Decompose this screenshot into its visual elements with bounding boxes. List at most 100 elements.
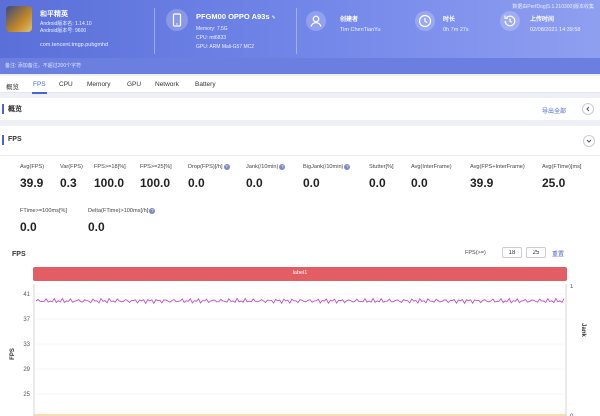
tab-fps[interactable]: FPS [32,81,47,94]
metric-label-text: Delta(FTime)>100ms[/h] [88,208,149,214]
help-icon[interactable]: ? [279,164,286,170]
metric-value: 100.0 [140,176,171,190]
metric-value: 0.0 [88,220,105,234]
device-cpu: CPU: mt6833 [196,35,227,41]
label-band[interactable]: label1 [33,267,567,281]
metric-label-text: FPS>=18[%] [94,164,126,170]
metric-value: 0.0 [369,176,386,190]
fps-section: FPS Avg(FPS) 39.9 Var(FPS) 0.3 FPS>=18[%] 100… [0,126,600,416]
metric-label: Var(FPS) [60,164,83,170]
tab-gpu[interactable]: GPU [127,81,141,88]
fps-section-title: FPS [8,136,22,143]
app-info: 和平精英 Android版本名: 1.14.10 Android版本号: 960… [6,6,156,56]
device-gpu: GPU: ARM Mali-G57 MC2 [196,44,255,50]
metric-item: Jank(/10min)? 0.0 [246,164,286,190]
metric-item: Delta(FTime)>100ms[/h]? 0.0 [88,208,156,234]
device-name: PFGM00 OPPO A93s ✎ [196,12,276,21]
upload-label: 上传时间 [530,17,555,23]
metric-label-text: FPS>=25[%] [140,164,172,170]
metric-item: Var(FPS) 0.3 [60,164,83,190]
tab-memory[interactable]: Memory [87,81,110,88]
metric-label-text: Avg(InterFrame) [411,164,452,170]
metric-value: 0.0 [188,176,205,190]
phone-icon [166,9,188,31]
y2-tick-label: 1 [570,284,574,290]
fps-threshold-label: FPS(>=) [465,250,486,256]
metric-label: Avg(InterFrame) [411,164,452,170]
upload-time-icon [500,11,520,31]
metric-label: Avg(FTime)[ms] [542,164,581,170]
fps-section-header: FPS [0,126,600,156]
metric-label: Avg(FPS) [20,164,44,170]
fps-chart-title: FPS [12,251,26,258]
duration-value: 0h 7m 27s [443,27,469,33]
metric-label: FTime>=100ms[%] [20,208,67,214]
y-axis-label: FPS [10,348,16,360]
metric-value: 0.0 [411,176,428,190]
metric-value: 39.9 [470,176,494,190]
metric-label-text: BigJank(/10min) [303,164,344,170]
fps-plot[interactable]: 413733292510FPSJank [0,284,600,416]
metric-label-text: Avg(FTime)[ms] [542,164,582,170]
collapse-button[interactable] [582,103,594,115]
metric-label: Avg(FPS+InterFrame) [470,164,525,170]
metric-value: 100.0 [94,176,125,190]
remark-text[interactable]: 备注: 添加备注，不超过200个字符 [5,62,81,69]
metric-value: 0.0 [303,176,320,190]
duration-label: 时长 [443,17,456,23]
metric-label: Drop(FPS)[/h]? [188,164,230,170]
metric-item: Stutter[%] 0.0 [369,164,394,190]
metric-label-text: Avg(FPS+InterFrame) [470,164,525,170]
tab-network[interactable]: Network [155,81,179,88]
overview-section: 概览 导出全部 [0,98,600,120]
upload-value: 02/08/2021 14:39:58 [530,27,581,33]
fps-series-line [35,297,565,305]
help-icon[interactable]: ? [223,164,230,170]
metric-item: Avg(FPS) 39.9 [20,164,44,190]
creator-value: Tim ChenTianYu [340,27,381,33]
metric-label-text: Drop(FPS)[/h] [188,164,223,170]
device-memory: Memory: 7.5G [196,26,228,32]
divider [154,8,155,54]
y2-axis-label: Jank [580,323,586,337]
metric-value: 0.0 [20,220,37,234]
remark-bar[interactable]: 备注: 添加备注，不超过200个字符 [0,58,600,74]
y-tick-label: 37 [23,317,30,323]
fps-threshold-min-input[interactable] [502,247,522,258]
metric-label: Stutter[%] [369,164,394,170]
y-tick-label: 41 [23,292,30,298]
metric-item: BigJank(/10min)? 0.0 [303,164,351,190]
android-code: Android版本号: 9600 [40,28,87,34]
expand-button[interactable] [583,135,595,147]
metric-label-text: Jank(/10min) [246,164,279,170]
metric-label-text: FTime>=100ms[%] [20,208,68,214]
metric-value: 0.0 [246,176,263,190]
help-icon[interactable]: ? [344,164,351,170]
tab-battery[interactable]: Battery [195,81,216,88]
metric-item: Avg(FTime)[ms] 25.0 [542,164,581,190]
overview-title: 概览 [8,106,22,113]
reset-link[interactable]: 重置 [552,249,564,258]
divider [296,8,297,54]
fps-threshold-max-input[interactable] [526,247,546,258]
label-band-text: label1 [292,270,308,276]
clock-icon [415,11,435,31]
section-marker [2,135,4,145]
metric-item: Avg(FPS+InterFrame) 39.9 [470,164,525,190]
export-all-link[interactable]: 导出全部 [542,106,566,115]
help-icon[interactable]: ? [149,208,156,214]
metric-label: Jank(/10min)? [246,164,286,170]
metric-value: 25.0 [542,176,566,190]
app-logo [6,6,32,32]
metric-item: FTime>=100ms[%] 0.0 [20,208,67,234]
y-tick-label: 33 [23,342,30,348]
y-tick-label: 29 [23,367,30,373]
tab-overview[interactable]: 概览 [6,81,19,91]
app-name: 和平精英 [40,11,68,18]
tab-cpu[interactable]: CPU [59,81,73,88]
metric-item: FPS>=18[%] 100.0 [94,164,126,190]
metric-label: FPS>=25[%] [140,164,172,170]
android-version: Android版本名: 1.14.10 [40,21,92,27]
y-tick-label: 25 [23,392,30,398]
device-edit-icon[interactable]: ✎ [272,15,276,21]
